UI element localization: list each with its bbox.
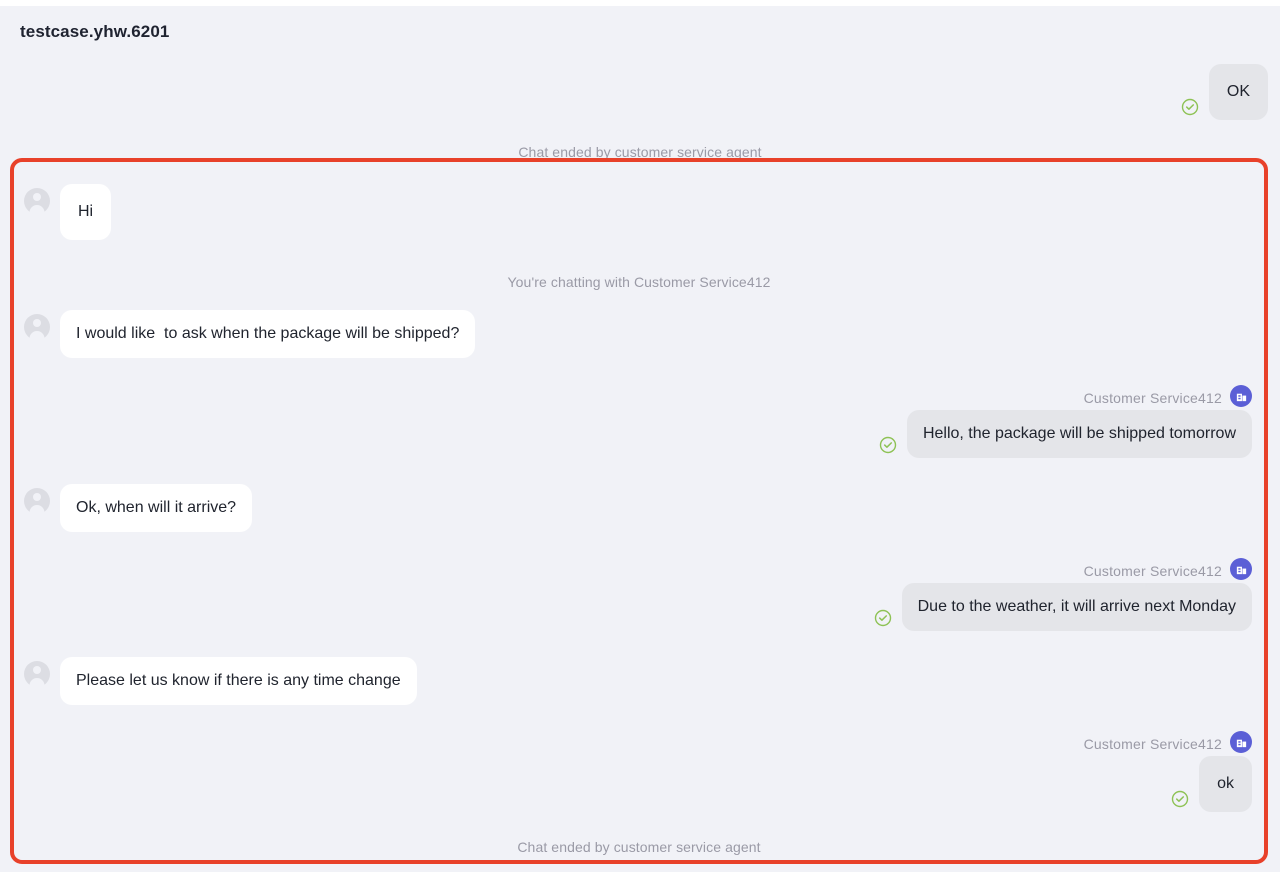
message-row[interactable]: Please let us know if there is any time … bbox=[24, 657, 417, 705]
store-building-icon bbox=[1230, 385, 1252, 407]
sender-name-label: Customer Service412 bbox=[1083, 390, 1222, 406]
outer-conversation: OK Chat ended by customer service agent bbox=[0, 50, 1280, 160]
sender-name-label: Customer Service412 bbox=[1083, 736, 1222, 752]
check-circle-icon bbox=[879, 436, 897, 454]
store-building-icon bbox=[1230, 558, 1252, 580]
check-circle-icon bbox=[1171, 790, 1189, 808]
check-circle-icon bbox=[1181, 98, 1199, 116]
chat-page: testcase.yhw.6201 OK Chat ended by custo… bbox=[0, 6, 1280, 884]
message-bubble: Ok, when will it arrive? bbox=[60, 484, 253, 532]
person-avatar-icon bbox=[24, 188, 50, 214]
highlighted-chat-region[interactable]: Hi You're chatting with Customer Service… bbox=[10, 158, 1268, 864]
message-bubble: OK bbox=[1208, 64, 1268, 120]
message-row[interactable]: OK bbox=[1181, 64, 1268, 120]
message-row[interactable]: Hello, the package will be shipped tomor… bbox=[879, 410, 1252, 458]
message-row[interactable]: Ok, when will it arrive? bbox=[24, 484, 253, 532]
chatting-with-notice: You're chatting with Customer Service412 bbox=[507, 274, 771, 290]
message-bubble: ok bbox=[1199, 756, 1252, 812]
chat-ended-notice: Chat ended by customer service agent bbox=[517, 839, 761, 855]
person-avatar-icon bbox=[24, 661, 50, 687]
message-row[interactable]: Due to the weather, it will arrive next … bbox=[874, 583, 1252, 631]
message-bubble: Please let us know if there is any time … bbox=[60, 657, 417, 705]
check-circle-icon bbox=[874, 609, 892, 627]
message-row[interactable]: I would like to ask when the package wil… bbox=[24, 310, 476, 358]
person-avatar-icon bbox=[24, 488, 50, 514]
person-avatar-icon bbox=[24, 314, 50, 340]
message-bubble: Due to the weather, it will arrive next … bbox=[901, 583, 1252, 631]
message-composer[interactable] bbox=[16, 877, 1264, 884]
message-bubble: Hello, the package will be shipped tomor… bbox=[906, 410, 1252, 458]
store-building-icon bbox=[1230, 731, 1252, 753]
message-row[interactable]: Hi bbox=[24, 184, 112, 240]
sender-name-label: Customer Service412 bbox=[1083, 563, 1222, 579]
message-row[interactable]: ok bbox=[1171, 756, 1252, 812]
message-bubble: I would like to ask when the package wil… bbox=[60, 310, 476, 358]
message-bubble: Hi bbox=[60, 184, 112, 240]
page-title: testcase.yhw.6201 bbox=[20, 22, 170, 41]
